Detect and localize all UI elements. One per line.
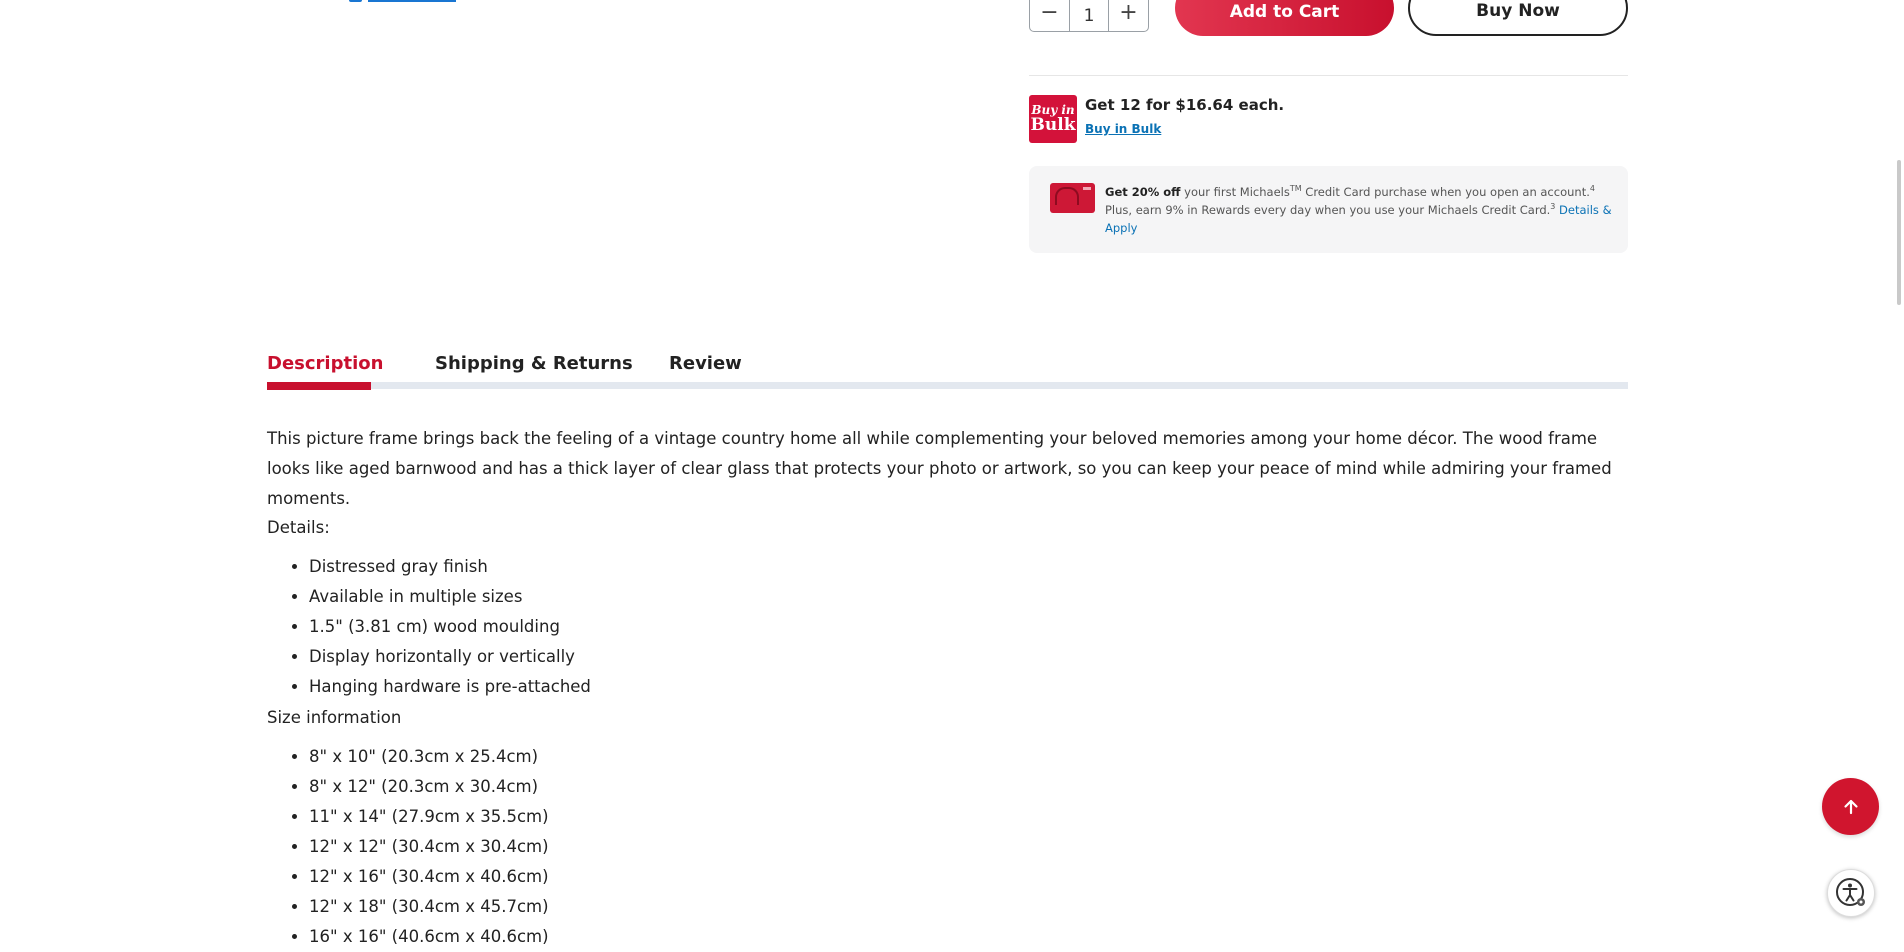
divider (1029, 75, 1628, 76)
link-icon (349, 0, 362, 2)
buy-now-button[interactable]: Buy Now (1408, 0, 1628, 36)
arrow-up-icon (1843, 799, 1858, 814)
list-item: Hanging hardware is pre-attached (309, 672, 591, 702)
list-item: Distressed gray finish (309, 552, 591, 582)
promo-text-3: Plus, earn 9% in Rewards every day when … (1105, 203, 1551, 217)
list-item: 8" x 10" (20.3cm x 25.4cm) (309, 742, 549, 772)
list-item: 12" x 12" (30.4cm x 30.4cm) (309, 832, 549, 862)
description-paragraph: This picture frame brings back the feeli… (267, 429, 1612, 508)
list-item: 12" x 16" (30.4cm x 40.6cm) (309, 862, 549, 892)
list-item: Available in multiple sizes (309, 582, 591, 612)
add-to-cart-button[interactable]: Add to Cart (1175, 0, 1394, 36)
promo-text: Get 20% off your first MichaelsTM Credit… (1105, 183, 1615, 237)
increment-button[interactable]: + (1109, 0, 1148, 31)
bulk-offer-text: Get 12 for $16.64 each. (1085, 96, 1285, 114)
buy-in-bulk-badge: Buy in Bulk (1029, 95, 1077, 143)
bulk-badge-line2: Bulk (1030, 115, 1076, 135)
accessibility-button[interactable] (1827, 869, 1875, 917)
promo-bold: Get 20% off (1105, 185, 1181, 199)
back-to-top-button[interactable] (1822, 778, 1879, 835)
tabs-track (267, 382, 1628, 389)
decrement-button[interactable]: − (1030, 0, 1069, 31)
list-item: 16" x 16" (40.6cm x 40.6cm) (309, 922, 549, 952)
details-list: Distressed gray finish Available in mult… (267, 552, 591, 702)
scrollbar-thumb[interactable] (1897, 160, 1901, 305)
active-tab-indicator (267, 382, 371, 390)
promo-text-2: Credit Card purchase when you open an ac… (1301, 185, 1590, 199)
trademark: TM (1289, 184, 1302, 194)
list-item: 1.5" (3.81 cm) wood moulding (309, 612, 591, 642)
buy-in-bulk-link[interactable]: Buy in Bulk (1085, 122, 1161, 136)
credit-card-icon (1050, 183, 1095, 213)
size-list: 8" x 10" (20.3cm x 25.4cm) 8" x 12" (20.… (267, 742, 549, 952)
description-text: This picture frame brings back the feeli… (267, 424, 1628, 514)
quantity-input[interactable]: 1 (1069, 0, 1109, 31)
quantity-stepper: − 1 + (1029, 0, 1149, 32)
list-item: 8" x 12" (20.3cm x 30.4cm) (309, 772, 549, 802)
footnote-4: 4 (1589, 184, 1595, 194)
accessibility-icon (1836, 878, 1865, 906)
credit-card-promo: Get 20% off your first MichaelsTM Credit… (1029, 166, 1628, 253)
details-heading: Details: (267, 518, 330, 537)
promo-text-1: your first Michaels (1180, 185, 1290, 199)
size-info-heading: Size information (267, 708, 402, 727)
top-link-underline[interactable] (368, 0, 456, 2)
tab-review[interactable]: Review (669, 353, 742, 374)
product-tabs: Description Shipping & Returns Review (267, 345, 1628, 390)
list-item: Display horizontally or vertically (309, 642, 591, 672)
list-item: 11" x 14" (27.9cm x 35.5cm) (309, 802, 549, 832)
tab-shipping-returns[interactable]: Shipping & Returns (435, 353, 633, 374)
tab-description[interactable]: Description (267, 353, 383, 374)
list-item: 12" x 18" (30.4cm x 45.7cm) (309, 892, 549, 922)
